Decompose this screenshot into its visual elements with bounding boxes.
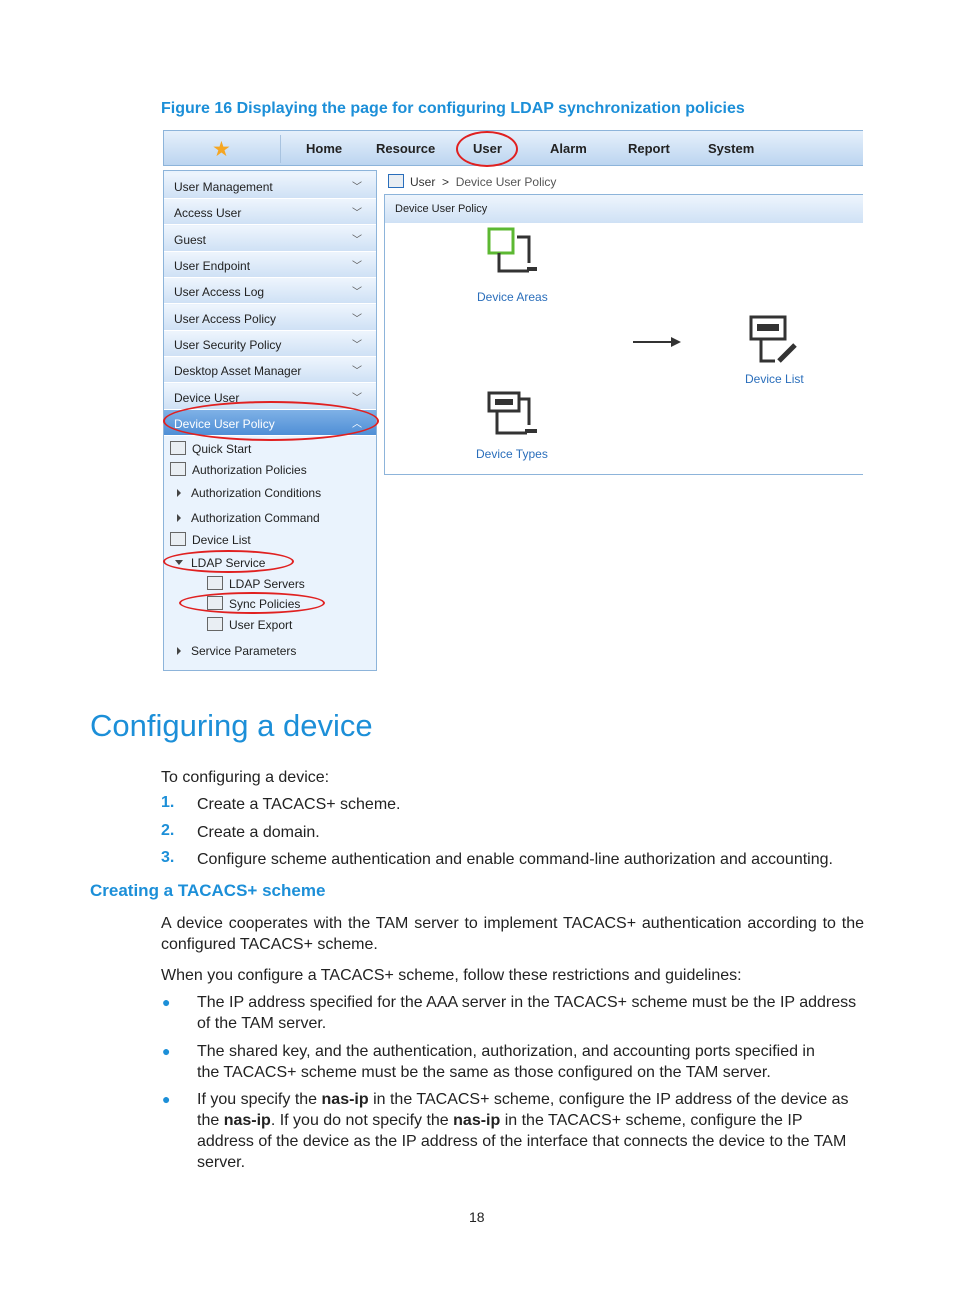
label: User Management (174, 180, 273, 194)
expand-arrow-icon (177, 647, 181, 655)
device-list-icon[interactable] (749, 315, 803, 365)
label: User Endpoint (174, 259, 251, 273)
figure-caption: Figure 16 Displaying the page for config… (161, 100, 745, 117)
chevron-down-icon: ﹀ (352, 261, 362, 272)
step-number: 2. (161, 822, 175, 839)
tree-service-parameters[interactable]: Service Parameters (177, 644, 296, 658)
label: Guest (174, 233, 207, 247)
sidebar-item-user-security-policy[interactable]: User Security Policy ﹀ (164, 331, 376, 357)
device-types-icon[interactable] (487, 389, 543, 439)
label: Authorization Command (191, 511, 320, 525)
paragraph: When you configure a TACACS+ scheme, fol… (161, 967, 742, 984)
chevron-down-icon: ﹀ (352, 314, 362, 325)
step-text: Create a domain. (197, 824, 320, 841)
highlight-oval (456, 131, 518, 167)
document-page: Figure 16 Displaying the page for config… (0, 0, 954, 1296)
label: Service Parameters (191, 644, 297, 658)
page-number: 18 (469, 1209, 485, 1225)
quick-start-icon (170, 441, 186, 455)
device-areas-icon[interactable] (487, 227, 543, 277)
intro-text: To configuring a device: (161, 769, 330, 786)
tab-alarm[interactable]: Alarm (550, 141, 587, 156)
bullet-icon: ● (162, 1043, 171, 1059)
text: . If you do not specify the (270, 1112, 454, 1129)
label: Quick Start (192, 442, 252, 456)
label: Device List (192, 533, 251, 547)
chevron-down-icon: ﹀ (352, 340, 362, 351)
highlight-oval (163, 401, 379, 441)
policy-icon (170, 462, 186, 476)
label: Authorization Conditions (191, 486, 322, 500)
label: User Access Log (174, 285, 265, 299)
section-heading: Configuring a device (90, 708, 373, 743)
user-export-icon (207, 617, 223, 631)
highlight-oval (163, 550, 294, 573)
bullet-text: If you specify the nas-ip in the TACACS+… (197, 1089, 862, 1173)
expand-arrow-icon (177, 514, 181, 522)
keyword: nas-ip (223, 1112, 271, 1129)
breadcrumb-current: Device User Policy (455, 175, 557, 189)
paragraph: A device cooperates with the TAM server … (161, 915, 864, 953)
page-icon (388, 174, 404, 188)
label: LDAP Servers (229, 577, 305, 591)
label: Authorization Policies (192, 463, 307, 477)
chevron-down-icon: ﹀ (352, 208, 362, 219)
ldap-server-icon (207, 576, 223, 590)
sidebar-item-desktop-asset-manager[interactable]: Desktop Asset Manager ﹀ (164, 357, 376, 383)
device-areas-link[interactable]: Device Areas (477, 290, 548, 304)
label: User Export (229, 618, 293, 632)
step-number: 1. (161, 794, 175, 811)
label: Desktop Asset Manager (174, 364, 302, 378)
sidebar-item-user-access-policy[interactable]: User Access Policy ﹀ (164, 305, 376, 331)
device-list-icon (170, 532, 186, 546)
tab-report[interactable]: Report (628, 141, 670, 156)
tree-authorization-conditions[interactable]: Authorization Conditions (177, 486, 321, 500)
tab-home[interactable]: Home (306, 141, 342, 156)
tree-device-list[interactable]: Device List (170, 532, 251, 547)
label: User Access Policy (174, 312, 277, 326)
bullet-icon: ● (162, 1091, 171, 1107)
step-text: Configure scheme authentication and enab… (197, 851, 833, 868)
bullet-text: The shared key, and the authentication, … (197, 1043, 815, 1081)
highlight-oval (179, 592, 325, 614)
breadcrumb-user[interactable]: User (410, 175, 435, 189)
tab-system[interactable]: System (708, 141, 754, 156)
device-user-policy-panel: Device User Policy Device Areas Device L… (384, 194, 863, 475)
sidebar-item-access-user[interactable]: Access User ﹀ (164, 199, 376, 225)
bullet-icon: ● (162, 994, 171, 1010)
tab-resource[interactable]: Resource (376, 141, 435, 156)
expand-arrow-icon (177, 489, 181, 497)
chevron-down-icon: ﹀ (352, 287, 362, 298)
favorites-star-icon[interactable]: ★ (212, 137, 231, 162)
chevron-down-icon: ﹀ (352, 366, 362, 377)
keyword: nas-ip (321, 1091, 369, 1108)
step-number: 3. (161, 849, 175, 866)
sidebar-item-user-access-log[interactable]: User Access Log ﹀ (164, 278, 376, 304)
device-types-link[interactable]: Device Types (476, 447, 548, 461)
tree-authorization-policies[interactable]: Authorization Policies (170, 462, 307, 477)
chevron-down-icon: ﹀ (352, 182, 362, 193)
device-list-link[interactable]: Device List (745, 372, 804, 386)
chevron-down-icon: ﹀ (352, 393, 362, 404)
label: User Security Policy (174, 338, 282, 352)
bullet-text: The IP address specified for the AAA ser… (197, 994, 857, 1032)
text: If you specify the (197, 1091, 322, 1108)
arrow-right-icon (633, 337, 681, 347)
label: Access User (174, 206, 242, 220)
tree-quick-start[interactable]: Quick Start (170, 441, 251, 456)
divider (280, 135, 281, 163)
tree-user-export[interactable]: User Export (207, 617, 292, 632)
chevron-down-icon: ﹀ (352, 235, 362, 246)
tree-authorization-command[interactable]: Authorization Command (177, 511, 320, 525)
step-text: Create a TACACS+ scheme. (197, 796, 401, 813)
breadcrumb: User > Device User Policy (388, 174, 556, 189)
subsection-heading: Creating a TACACS+ scheme (90, 881, 326, 900)
tree-ldap-servers[interactable]: LDAP Servers (207, 576, 305, 591)
sidebar-item-user-endpoint[interactable]: User Endpoint ﹀ (164, 252, 376, 278)
separator: > (442, 175, 450, 189)
sidebar-item-user-management[interactable]: User Management ﹀ (164, 173, 376, 199)
panel-title: Device User Policy (385, 195, 863, 223)
keyword: nas-ip (453, 1112, 501, 1129)
sidebar-item-guest[interactable]: Guest ﹀ (164, 226, 376, 252)
